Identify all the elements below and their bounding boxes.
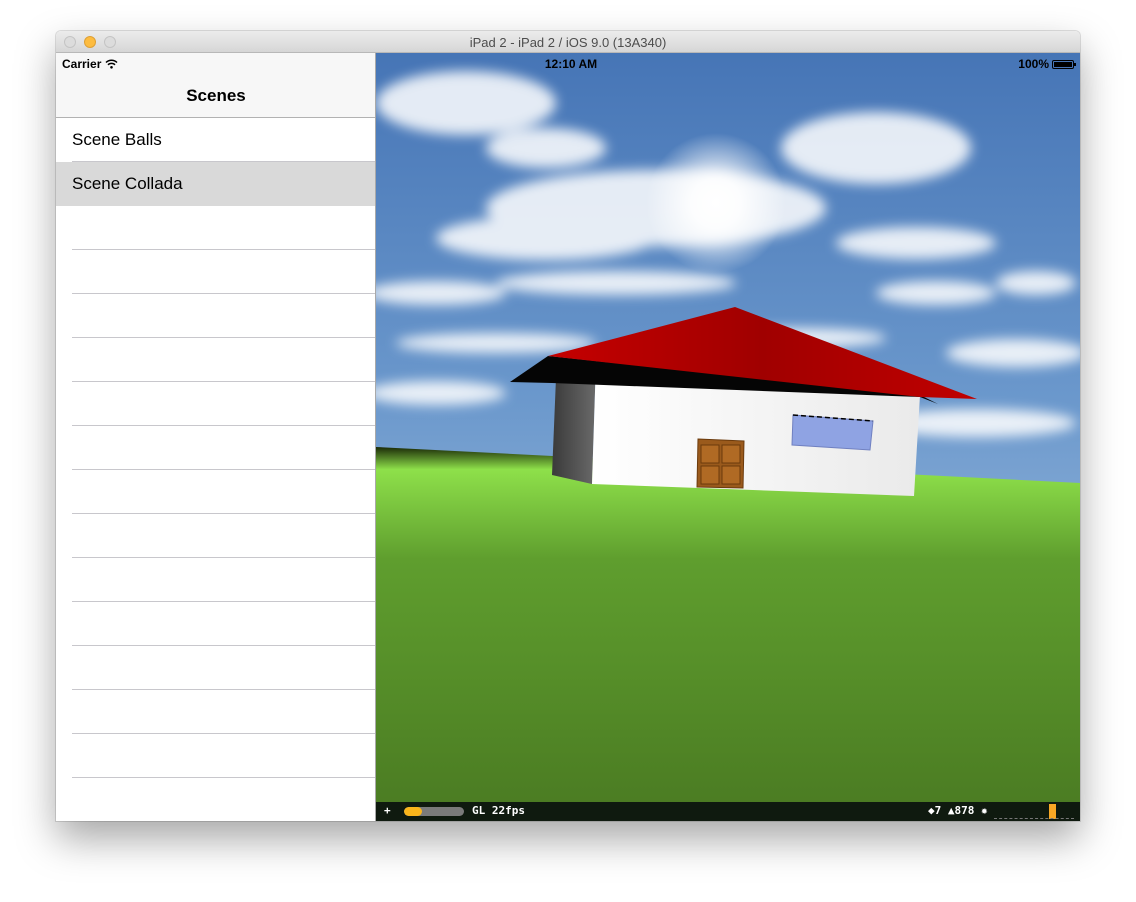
empty-row: [56, 338, 375, 382]
empty-row: [56, 470, 375, 514]
performance-fill: [404, 807, 422, 816]
row-label: Scene Balls: [72, 130, 162, 149]
status-time: 12:10 AM: [544, 57, 598, 71]
empty-row: [56, 382, 375, 426]
battery-percent: 100%: [1018, 57, 1049, 71]
scenekit-statistics-bar: + GL 22fps ◆7 ▲878 ✹: [376, 802, 1080, 821]
title-bar[interactable]: iPad 2 - iPad 2 / iOS 9.0 (13A340): [56, 31, 1080, 53]
fps-readout: GL 22fps: [472, 804, 525, 817]
node-count-readout: ◆7 ▲878 ✹: [928, 804, 988, 817]
table-row-scene-balls[interactable]: Scene Balls: [56, 118, 375, 162]
window-title: iPad 2 - iPad 2 / iOS 9.0 (13A340): [469, 35, 667, 50]
wifi-icon: [105, 59, 118, 69]
ground: [376, 447, 1080, 821]
empty-row: [56, 690, 375, 734]
navigation-bar: Carrier Scenes: [56, 53, 375, 118]
status-battery: 100%: [1018, 57, 1076, 71]
status-carrier: Carrier: [62, 57, 118, 71]
table-row-scene-collada[interactable]: Scene Collada: [56, 162, 375, 206]
empty-row: [56, 250, 375, 294]
device-screen: Carrier Scenes Scene Balls Scene Collada: [56, 53, 1080, 821]
empty-row: [56, 206, 375, 250]
empty-row: [56, 646, 375, 690]
simulator-window: iPad 2 - iPad 2 / iOS 9.0 (13A340) Carri…: [56, 31, 1080, 821]
scene-render: [376, 53, 1080, 821]
nav-title: Scenes: [186, 86, 246, 105]
stats-expand-button[interactable]: +: [384, 804, 391, 817]
empty-row: [56, 514, 375, 558]
performance-meter: [404, 807, 464, 816]
master-pane: Carrier Scenes Scene Balls Scene Collada: [56, 53, 376, 821]
meter-baseline: [994, 818, 1074, 820]
empty-row: [56, 734, 375, 778]
sun: [646, 133, 786, 273]
empty-row: [56, 558, 375, 602]
empty-row: [56, 294, 375, 338]
empty-row: [56, 602, 375, 646]
empty-row: [56, 426, 375, 470]
empty-row: [56, 778, 375, 821]
scenekit-view[interactable]: 12:10 AM 100%: [376, 53, 1080, 821]
scenes-table: Scene Balls Scene Collada: [56, 118, 375, 821]
carrier-label: Carrier: [62, 57, 102, 71]
row-label: Scene Collada: [72, 174, 183, 193]
battery-icon: [1052, 59, 1076, 69]
gpu-meter: [1049, 804, 1056, 819]
